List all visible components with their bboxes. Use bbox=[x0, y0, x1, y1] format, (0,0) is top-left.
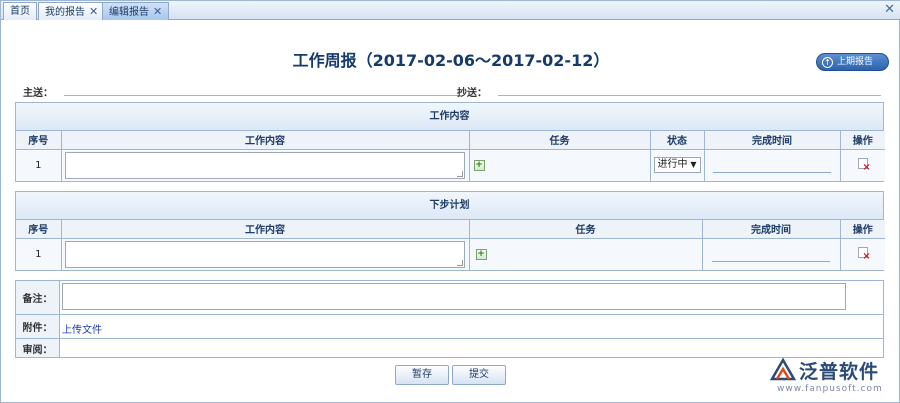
note-row: 备注： bbox=[16, 281, 883, 315]
table-header-row: 序号 工作内容 任务 完成时间 操作 bbox=[16, 220, 885, 239]
column-header: 操作 bbox=[840, 220, 885, 239]
column-header: 完成时间 bbox=[702, 220, 841, 239]
note-textarea[interactable] bbox=[62, 283, 846, 310]
table-header-row: 序号 工作内容 任务 状态 完成时间 操作 bbox=[16, 131, 885, 150]
delete-row-icon[interactable] bbox=[857, 158, 871, 173]
column-header: 工作内容 bbox=[61, 131, 470, 150]
table-row: 1 + bbox=[16, 238, 885, 270]
close-icon[interactable]: ✕ bbox=[153, 3, 162, 20]
to-field[interactable] bbox=[64, 95, 461, 96]
section-heading: 下步计划 bbox=[16, 192, 883, 220]
cc-field[interactable] bbox=[498, 95, 881, 96]
column-header: 任务 bbox=[469, 220, 703, 239]
submit-button[interactable]: 提交 bbox=[452, 365, 506, 385]
plan-content-textarea[interactable] bbox=[65, 240, 465, 268]
status-value: 进行中 bbox=[657, 159, 688, 171]
window-close-icon[interactable]: ✕ bbox=[884, 2, 895, 17]
review-label: 审阅： bbox=[16, 339, 60, 357]
column-header: 状态 bbox=[650, 131, 705, 150]
column-header: 任务 bbox=[469, 131, 651, 150]
column-header: 操作 bbox=[840, 131, 885, 150]
close-icon[interactable]: ✕ bbox=[89, 3, 98, 20]
tab-label: 我的报告 bbox=[45, 7, 85, 18]
tab-home[interactable]: 首页 bbox=[3, 2, 37, 20]
column-header: 完成时间 bbox=[704, 131, 841, 150]
section-heading: 工作内容 bbox=[16, 103, 883, 131]
brand-url: www.fanpusoft.com bbox=[777, 384, 883, 394]
app-window: 首页 我的报告 ✕ 编辑报告 ✕ ✕ 工作周报（2017-02-06～2017-02… bbox=[0, 0, 900, 403]
watermark: 泛普软件 www.fanpusoft.com bbox=[769, 357, 899, 401]
next-plan-section: 下步计划 序号 工作内容 任务 完成时间 操作 1 + bbox=[15, 191, 885, 271]
previous-report-button[interactable]: ↑ 上期报告 bbox=[816, 53, 889, 71]
add-task-icon[interactable]: + bbox=[475, 249, 487, 261]
note-label: 备注： bbox=[16, 281, 60, 314]
status-select[interactable]: 进行中 ▼ bbox=[653, 157, 701, 174]
tab-edit-report[interactable]: 编辑报告 ✕ bbox=[102, 2, 170, 20]
previous-report-label: 上期报告 bbox=[837, 57, 874, 67]
to-label: 主送： bbox=[23, 88, 53, 99]
completion-time-field[interactable] bbox=[712, 260, 830, 262]
tab-bar: 首页 我的报告 ✕ 编辑报告 ✕ ✕ bbox=[1, 1, 900, 20]
page-title: 工作周报（2017-02-06～2017-02-12） bbox=[292, 51, 610, 70]
work-content-table: 序号 工作内容 任务 状态 完成时间 操作 1 + 进行中 ▼ bbox=[16, 131, 885, 181]
upload-file-link[interactable]: 上传文件 bbox=[62, 321, 102, 336]
column-header: 工作内容 bbox=[61, 220, 470, 239]
row-index: 1 bbox=[16, 149, 62, 181]
tab-my-reports[interactable]: 我的报告 ✕ bbox=[38, 2, 106, 20]
add-task-icon[interactable]: + bbox=[473, 160, 485, 172]
remarks-section: 备注： 附件： 上传文件 审阅： bbox=[15, 280, 884, 358]
chevron-down-icon: ▼ bbox=[690, 160, 697, 170]
attachment-label: 附件： bbox=[16, 315, 60, 338]
table-row: 1 + 进行中 ▼ bbox=[16, 149, 885, 181]
cc-label: 抄送： bbox=[457, 88, 487, 99]
save-draft-button[interactable]: 暂存 bbox=[395, 365, 449, 385]
delete-row-icon[interactable] bbox=[857, 247, 871, 262]
tab-label: 编辑报告 bbox=[109, 7, 149, 18]
brand-logo-icon bbox=[769, 357, 797, 381]
next-plan-table: 序号 工作内容 任务 完成时间 操作 1 + bbox=[16, 220, 885, 270]
work-content-section: 工作内容 序号 工作内容 任务 状态 完成时间 操作 1 + 进行中 ▼ bbox=[15, 102, 885, 182]
column-header: 序号 bbox=[16, 131, 62, 150]
attachment-row: 附件： 上传文件 bbox=[16, 315, 883, 339]
completion-time-field[interactable] bbox=[713, 171, 831, 173]
row-index: 1 bbox=[16, 238, 62, 270]
brand-name: 泛普软件 bbox=[799, 361, 880, 383]
tab-label: 首页 bbox=[10, 6, 30, 17]
arrow-circle-icon: ↑ bbox=[822, 57, 833, 68]
work-content-textarea[interactable] bbox=[65, 151, 465, 179]
review-row: 审阅： bbox=[16, 339, 883, 357]
column-header: 序号 bbox=[16, 220, 62, 239]
